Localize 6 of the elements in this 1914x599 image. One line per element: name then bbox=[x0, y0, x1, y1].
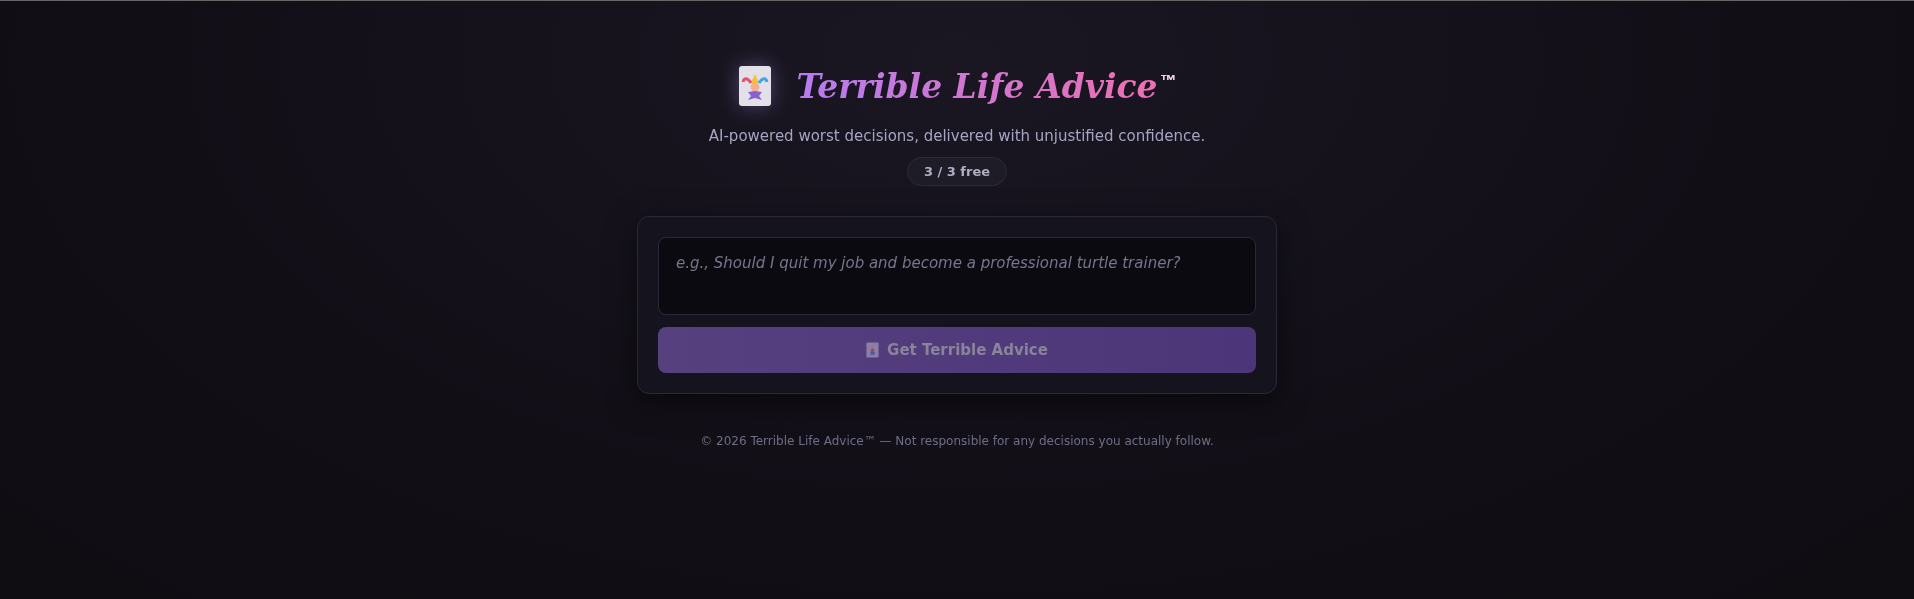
question-field[interactable]: e.g., Should I quit my job and become a professional turtle trainer? bbox=[658, 237, 1256, 315]
footer-note: © 2026 Terrible Life Advice™ — Not responsible for any decisions you actually follow. bbox=[700, 434, 1214, 448]
quota-badge: 3 / 3 free bbox=[906, 157, 1008, 186]
jester-icon bbox=[866, 342, 880, 358]
tagline: AI-powered worst decisions, delivered with unjustified confidence. bbox=[708, 127, 1206, 145]
jester-icon bbox=[738, 65, 773, 107]
